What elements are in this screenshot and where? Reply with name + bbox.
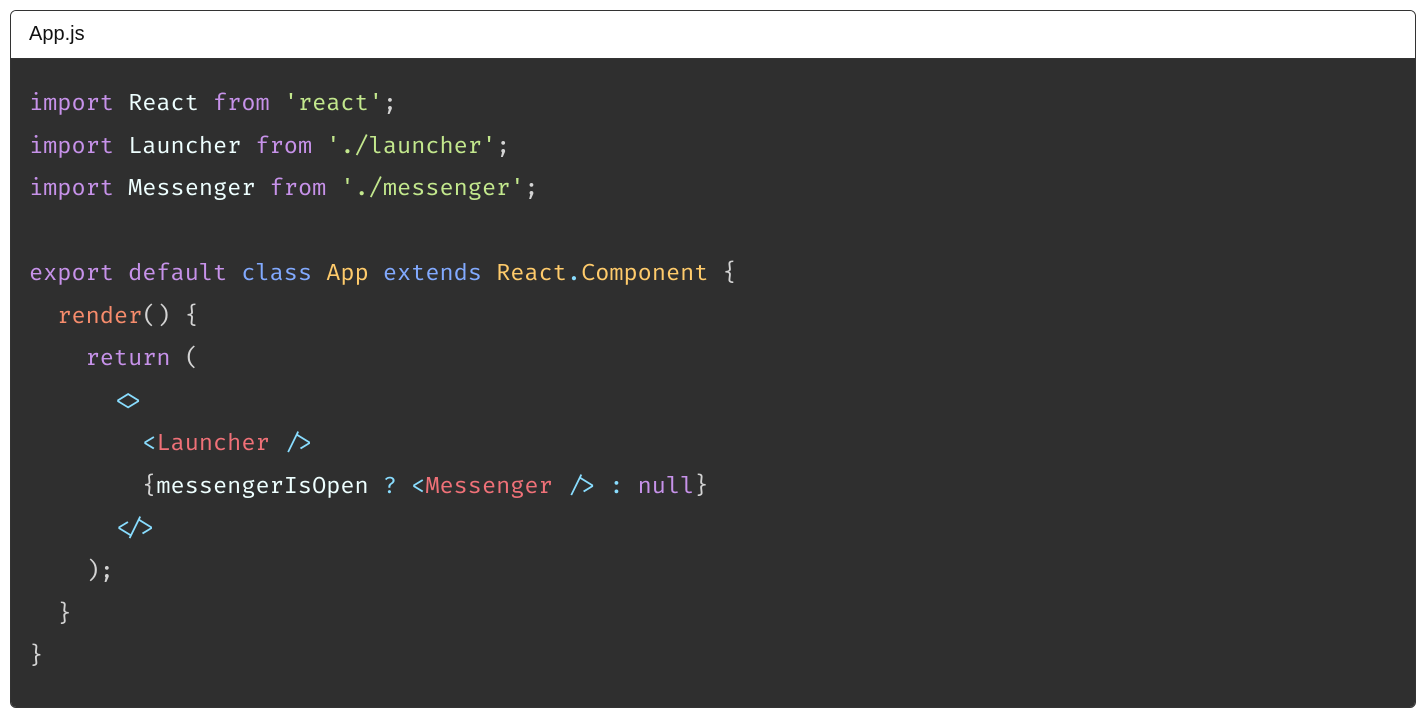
code-panel: App.js import React from 'react'; import… (10, 10, 1416, 708)
fragment-open: <> (114, 388, 142, 416)
tag-name: Messenger (425, 473, 552, 501)
identifier: Launcher (128, 133, 241, 161)
semicolon: ; (100, 558, 114, 586)
parens: () (142, 303, 170, 331)
semicolon: ; (383, 90, 397, 118)
class-name: Component (581, 260, 708, 288)
keyword-import: import (29, 175, 114, 203)
identifier: React (128, 90, 199, 118)
string-literal: 'react' (284, 90, 383, 118)
keyword-import: import (29, 133, 114, 161)
method-name: render (57, 303, 142, 331)
class-name: React (496, 260, 567, 288)
keyword-return: return (86, 345, 171, 373)
brace: } (694, 473, 708, 501)
brace: { (142, 473, 156, 501)
identifier: Messenger (128, 175, 255, 203)
keyword-default: default (128, 260, 227, 288)
brace: { (723, 260, 737, 288)
class-name: App (326, 260, 368, 288)
keyword-from: from (213, 90, 270, 118)
keyword-from: from (255, 133, 312, 161)
keyword-import: import (29, 90, 114, 118)
string-literal: './launcher' (326, 133, 496, 161)
space (397, 473, 411, 501)
keyword-export: export (29, 260, 114, 288)
tag-bracket: < (411, 473, 425, 501)
brace: { (185, 303, 199, 331)
operator: : (595, 473, 623, 501)
tag-bracket: < (142, 430, 156, 458)
identifier: messengerIsOpen (156, 473, 382, 501)
code-body[interactable]: import React from 'react'; import Launch… (11, 59, 1415, 707)
code-filename-header: App.js (11, 11, 1415, 59)
tag-bracket: /> (270, 430, 312, 458)
keyword-null: null (624, 473, 695, 501)
brace: } (29, 643, 43, 671)
filename-label: App.js (29, 23, 85, 45)
paren: ) (86, 558, 100, 586)
semicolon: ; (524, 175, 538, 203)
keyword-from: from (270, 175, 327, 203)
keyword-class: class (241, 260, 312, 288)
fragment-close: </> (114, 515, 156, 543)
tag-name: Launcher (156, 430, 269, 458)
paren: ( (185, 345, 199, 373)
keyword-extends: extends (383, 260, 482, 288)
string-literal: './messenger' (340, 175, 524, 203)
brace: } (57, 601, 71, 629)
semicolon: ; (496, 133, 510, 161)
operator: ? (383, 473, 397, 501)
dot: . (567, 260, 581, 288)
tag-bracket: /> (553, 473, 595, 501)
